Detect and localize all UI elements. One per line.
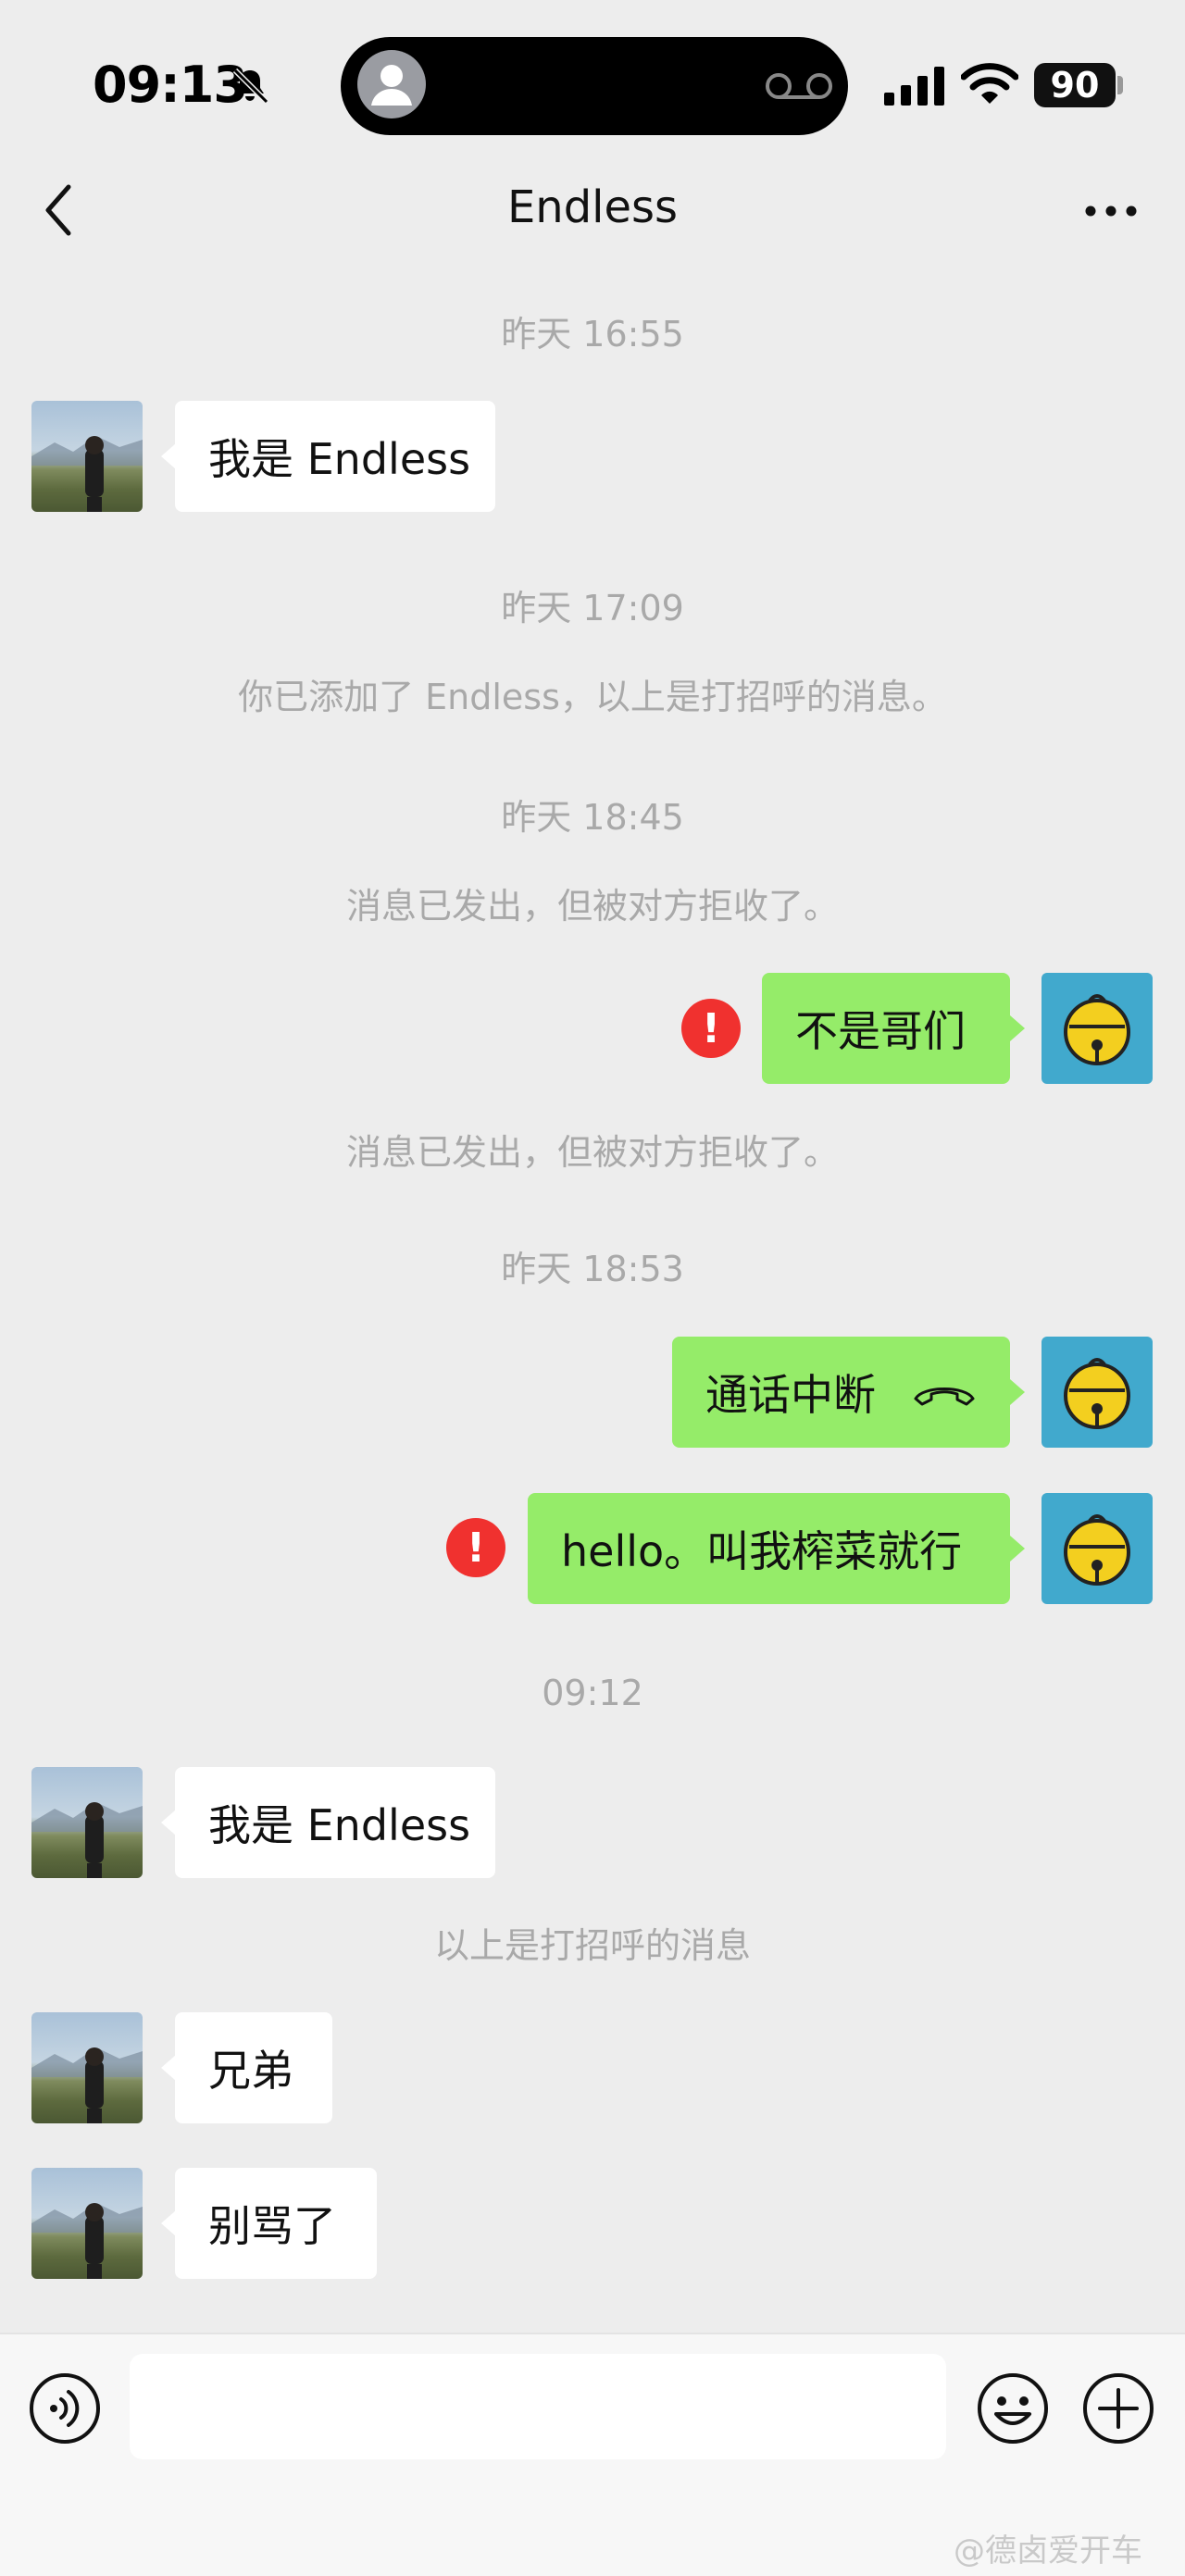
outgoing-message[interactable]: hello。叫我榨菜就行 [528, 1493, 1010, 1604]
avatar[interactable] [31, 2012, 143, 2123]
battery-indicator: 90 [1034, 63, 1116, 107]
chat-title: Endless [506, 181, 679, 233]
emoji-icon[interactable] [976, 2371, 1050, 2445]
incoming-message[interactable]: 兄弟 [175, 2012, 332, 2123]
system-message: 以上是打招呼的消息 [433, 1925, 751, 1966]
more-dots-icon[interactable] [1078, 194, 1144, 228]
voice-input-icon[interactable] [28, 2371, 102, 2445]
self-avatar[interactable] [1042, 1337, 1153, 1448]
outgoing-message[interactable]: 不是哥们 [762, 973, 1010, 1084]
status-time: 09:13 [93, 56, 248, 114]
wifi-icon [961, 63, 1018, 104]
voicemail-icon [766, 73, 832, 99]
avatar[interactable] [31, 1767, 143, 1878]
call-status-text: 通话中断 [705, 1370, 876, 1420]
bubble-tail [161, 2055, 176, 2081]
system-message: 消息已发出，但被对方拒收了。 [345, 1132, 839, 1173]
timestamp: 昨天 18:45 [501, 797, 684, 838]
incoming-message[interactable]: 我是 Endless [175, 1767, 495, 1878]
bubble-tail [161, 2210, 176, 2236]
watermark: @德卤爱开车 [954, 2532, 1142, 2570]
send-failed-icon[interactable]: ! [681, 999, 741, 1058]
avatar[interactable] [31, 2168, 143, 2279]
contact-avatar-icon [357, 50, 426, 118]
bubble-tail [1010, 1015, 1025, 1041]
send-failed-icon[interactable]: ! [446, 1518, 505, 1577]
bell-slash-icon [232, 68, 269, 105]
self-avatar[interactable] [1042, 973, 1153, 1084]
system-message: 消息已发出，但被对方拒收了。 [345, 886, 839, 927]
bubble-tail [1010, 1379, 1025, 1405]
bubble-tail [161, 443, 176, 469]
timestamp: 昨天 17:09 [501, 588, 684, 628]
call-end-icon [914, 1388, 975, 1406]
bubble-tail [161, 1810, 176, 1836]
bubble-tail [1010, 1536, 1025, 1562]
avatar[interactable] [31, 401, 143, 512]
message-input[interactable] [130, 2354, 946, 2459]
outgoing-call-message[interactable]: 通话中断 [672, 1337, 1010, 1448]
timestamp: 09:12 [542, 1673, 643, 1713]
incoming-message[interactable]: 别骂了 [175, 2168, 377, 2279]
timestamp: 昨天 18:53 [501, 1249, 684, 1289]
system-message: 你已添加了 Endless，以上是打招呼的消息。 [238, 677, 947, 717]
incoming-message[interactable]: 我是 Endless [175, 401, 495, 512]
self-avatar[interactable] [1042, 1493, 1153, 1604]
battery-tip [1117, 76, 1123, 94]
signal-icon [884, 67, 944, 106]
timestamp: 昨天 16:55 [501, 314, 684, 355]
plus-icon[interactable] [1081, 2371, 1155, 2445]
